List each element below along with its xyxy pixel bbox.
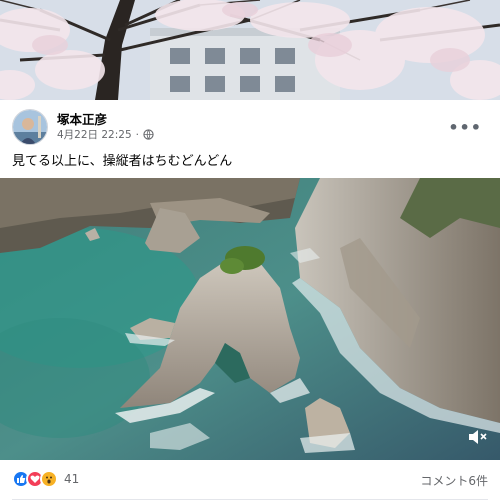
post-header: 塚本正彦 4月22日 22:25 · ••• 見てる以上に、操縦者はちむどんどん xyxy=(0,100,500,178)
author-name[interactable]: 塚本正彦 xyxy=(57,109,107,128)
wow-icon xyxy=(40,470,58,488)
reaction-count[interactable]: 41 xyxy=(64,472,79,486)
reactions-summary[interactable]: 41 xyxy=(12,470,79,488)
previous-post-photo[interactable] xyxy=(0,0,500,100)
engagement-bar: 41 コメント6件 xyxy=(0,460,500,500)
post-text: 見てる以上に、操縦者はちむどんどん xyxy=(12,154,233,169)
speaker-muted-icon[interactable] xyxy=(466,426,488,448)
more-options-icon[interactable]: ••• xyxy=(448,118,482,137)
post-timestamp[interactable]: 4月22日 22:25 xyxy=(57,127,132,142)
post-meta: 4月22日 22:25 · xyxy=(57,127,154,142)
comments-count-link[interactable]: コメント6件 xyxy=(420,472,488,489)
post-video[interactable] xyxy=(0,178,500,460)
globe-icon xyxy=(143,129,154,140)
author-avatar[interactable] xyxy=(12,109,48,145)
